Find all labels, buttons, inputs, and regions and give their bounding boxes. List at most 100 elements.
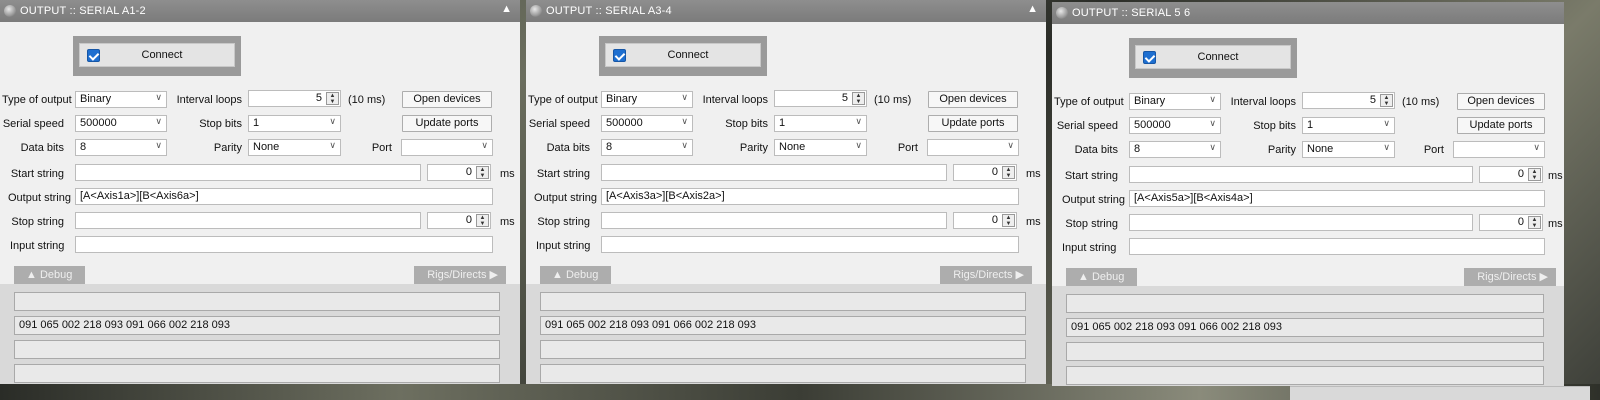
parity-select[interactable]: None ∨ bbox=[248, 139, 341, 156]
input-string-input[interactable] bbox=[75, 236, 493, 253]
tab-debug[interactable]: ▲ Debug bbox=[540, 266, 611, 284]
debug-area: 091 065 002 218 093 091 066 002 218 093 bbox=[1052, 286, 1564, 386]
data-bits-select[interactable]: 8 ∨ bbox=[1129, 141, 1221, 158]
stop-string-input[interactable] bbox=[1129, 214, 1473, 231]
stepper-arrows-icon[interactable]: ▲ ▼ bbox=[1002, 214, 1015, 227]
output-string-input[interactable]: [A<Axis1a>][B<Axis6a>] bbox=[75, 188, 493, 205]
start-string-input[interactable] bbox=[75, 164, 421, 181]
update-ports-button[interactable]: Update ports bbox=[1457, 117, 1545, 134]
stepper-arrows-icon[interactable]: ▲ ▼ bbox=[1528, 168, 1541, 181]
collapse-arrow-icon[interactable]: ▲ bbox=[501, 3, 512, 15]
serial-speed-value: 500000 bbox=[80, 117, 117, 129]
connect-toggle[interactable]: Connect bbox=[79, 43, 235, 67]
debug-line-2: 091 065 002 218 093 091 066 002 218 093 bbox=[14, 316, 500, 335]
stepper-arrows-icon[interactable]: ▲ ▼ bbox=[476, 166, 489, 179]
tab-rigs-directs[interactable]: Rigs/Directs ▶ bbox=[940, 266, 1032, 284]
stop-bits-value: 1 bbox=[779, 117, 786, 129]
tab-rigs-directs[interactable]: Rigs/Directs ▶ bbox=[414, 266, 506, 284]
input-string-input[interactable] bbox=[1129, 238, 1545, 255]
stop-delay-unit: ms bbox=[1026, 216, 1041, 228]
tab-debug[interactable]: ▲ Debug bbox=[1066, 268, 1137, 286]
stepper-arrows-icon[interactable]: ▲ ▼ bbox=[326, 92, 339, 105]
stop-bits-select[interactable]: 1 ∨ bbox=[248, 115, 341, 132]
stop-string-input[interactable] bbox=[75, 212, 421, 229]
chevron-down-icon: ∨ bbox=[481, 140, 488, 150]
port-select[interactable]: ∨ bbox=[1453, 141, 1545, 158]
stepper-arrows-icon[interactable]: ▲ ▼ bbox=[852, 92, 865, 105]
tab-rigs-directs[interactable]: Rigs/Directs ▶ bbox=[1464, 268, 1556, 286]
stepper-arrows-icon[interactable]: ▲ ▼ bbox=[1002, 166, 1015, 179]
stepper-arrows-icon[interactable]: ▲ ▼ bbox=[1528, 216, 1541, 229]
data-bits-select[interactable]: 8 ∨ bbox=[601, 139, 693, 156]
update-ports-button[interactable]: Update ports bbox=[928, 115, 1018, 132]
open-devices-button[interactable]: Open devices bbox=[928, 91, 1018, 108]
start-string-input[interactable] bbox=[601, 164, 947, 181]
type-of-output-value: Binary bbox=[80, 93, 112, 105]
stop-delay-stepper[interactable]: 0 ▲ ▼ bbox=[953, 212, 1017, 229]
interval-loops-stepper[interactable]: 5 ▲ ▼ bbox=[774, 90, 867, 107]
start-delay-value: 0 bbox=[1517, 168, 1524, 180]
stepper-arrows-icon[interactable]: ▲ ▼ bbox=[476, 214, 489, 227]
start-delay-value: 0 bbox=[465, 166, 472, 178]
port-select[interactable]: ∨ bbox=[401, 139, 493, 156]
data-bits-value: 8 bbox=[80, 141, 87, 153]
parity-label: Parity bbox=[739, 142, 768, 154]
input-string-input[interactable] bbox=[601, 236, 1019, 253]
interval-loops-label: Interval loops bbox=[702, 94, 768, 106]
app-logo-icon bbox=[4, 5, 16, 17]
parity-select[interactable]: None ∨ bbox=[774, 139, 867, 156]
serial-speed-select[interactable]: 500000 ∨ bbox=[75, 115, 167, 132]
stop-string-input[interactable] bbox=[601, 212, 947, 229]
stop-bits-select[interactable]: 1 ∨ bbox=[774, 115, 867, 132]
open-devices-button[interactable]: Open devices bbox=[402, 91, 492, 108]
stop-bits-select[interactable]: 1 ∨ bbox=[1302, 117, 1395, 134]
start-delay-unit: ms bbox=[1026, 168, 1041, 180]
panel-title: OUTPUT :: SERIAL A1-2 bbox=[20, 5, 146, 17]
interval-loops-stepper[interactable]: 5 ▲ ▼ bbox=[248, 90, 341, 107]
open-devices-button[interactable]: Open devices bbox=[1457, 93, 1545, 110]
connect-toggle[interactable]: Connect bbox=[605, 43, 761, 67]
serial-speed-label: Serial speed bbox=[2, 118, 64, 130]
serial-speed-select[interactable]: 500000 ∨ bbox=[601, 115, 693, 132]
type-of-output-select[interactable]: Binary ∨ bbox=[601, 91, 693, 108]
chevron-down-icon: ∨ bbox=[155, 116, 162, 126]
type-of-output-select[interactable]: Binary ∨ bbox=[75, 91, 167, 108]
connect-toggle[interactable]: Connect bbox=[1135, 45, 1291, 69]
start-string-input[interactable] bbox=[1129, 166, 1473, 183]
serial-speed-label: Serial speed bbox=[528, 118, 590, 130]
serial-output-panel-1: OUTPUT :: SERIAL A1-2 ▲ Connect Type of … bbox=[0, 0, 520, 384]
interval-loops-stepper[interactable]: 5 ▲ ▼ bbox=[1302, 92, 1395, 109]
chevron-down-icon: ∨ bbox=[1533, 142, 1540, 152]
parity-select[interactable]: None ∨ bbox=[1302, 141, 1395, 158]
start-delay-stepper[interactable]: 0 ▲ ▼ bbox=[1479, 166, 1543, 183]
stop-delay-unit: ms bbox=[500, 216, 515, 228]
interval-loops-label: Interval loops bbox=[1230, 96, 1296, 108]
serial-speed-label: Serial speed bbox=[1056, 120, 1118, 132]
start-delay-stepper[interactable]: 0 ▲ ▼ bbox=[427, 164, 491, 181]
debug-area: 091 065 002 218 093 091 066 002 218 093 bbox=[526, 284, 1046, 384]
output-string-label: Output string bbox=[8, 192, 71, 204]
tab-debug[interactable]: ▲ Debug bbox=[14, 266, 85, 284]
output-string-input[interactable]: [A<Axis5a>][B<Axis4a>] bbox=[1129, 190, 1545, 207]
port-select[interactable]: ∨ bbox=[927, 139, 1019, 156]
debug-line-2: 091 065 002 218 093 091 066 002 218 093 bbox=[1066, 318, 1544, 337]
data-bits-select[interactable]: 8 ∨ bbox=[75, 139, 167, 156]
type-of-output-value: Binary bbox=[606, 93, 638, 105]
interval-ms-label: (10 ms) bbox=[1402, 96, 1440, 108]
chevron-down-icon: ∨ bbox=[681, 116, 688, 126]
data-bits-value: 8 bbox=[606, 141, 613, 153]
type-of-output-select[interactable]: Binary ∨ bbox=[1129, 93, 1221, 110]
stop-delay-value: 0 bbox=[991, 214, 998, 226]
serial-speed-select[interactable]: 500000 ∨ bbox=[1129, 117, 1221, 134]
port-label: Port bbox=[371, 142, 392, 154]
debug-tabbar: ▲ Debug Rigs/Directs ▶ bbox=[0, 266, 520, 284]
stop-bits-label: Stop bits bbox=[1253, 120, 1296, 132]
update-ports-button[interactable]: Update ports bbox=[402, 115, 492, 132]
stop-delay-stepper[interactable]: 0 ▲ ▼ bbox=[1479, 214, 1543, 231]
start-delay-stepper[interactable]: 0 ▲ ▼ bbox=[953, 164, 1017, 181]
collapse-arrow-icon[interactable]: ▲ bbox=[1027, 3, 1038, 15]
stepper-arrows-icon[interactable]: ▲ ▼ bbox=[1380, 94, 1393, 107]
output-string-input[interactable]: [A<Axis3a>][B<Axis2a>] bbox=[601, 188, 1019, 205]
parity-label: Parity bbox=[1267, 144, 1296, 156]
stop-delay-stepper[interactable]: 0 ▲ ▼ bbox=[427, 212, 491, 229]
